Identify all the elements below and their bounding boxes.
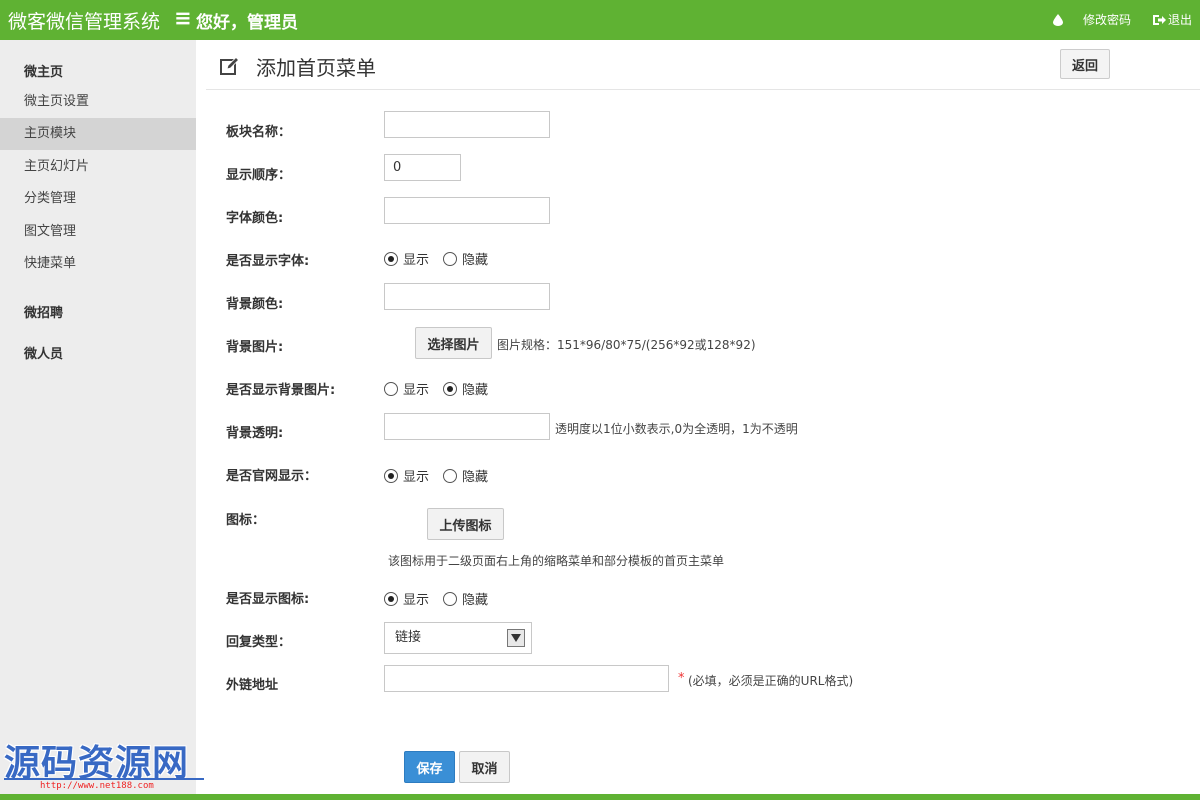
watermark: 源码资源网 http://www.net188.com <box>4 734 208 794</box>
sidebar-item-article-management[interactable]: 图文管理 <box>0 216 196 248</box>
icon-hint: 该图标用于二级页面右上角的缩略菜单和部分模板的首页主菜单 <box>388 554 725 568</box>
upload-icon-button[interactable]: 上传图标 <box>427 508 504 540</box>
show-on-site-label: 是否官网显示： <box>226 469 318 484</box>
app-title: 微客微信管理系统 <box>8 11 161 33</box>
show-bg-image-radio-group: 显示 隐藏 <box>384 379 502 398</box>
page-title: 添加首页菜单 <box>256 56 376 80</box>
watermark-url: http://www.net188.com <box>40 781 154 791</box>
show-icon-radio-group: 显示 隐藏 <box>384 589 502 608</box>
sidebar-item-homepage-modules[interactable]: 主页模块 <box>0 118 196 150</box>
external-link-label: 外链地址 <box>226 678 279 693</box>
show-icon-radio-hide[interactable] <box>443 591 458 606</box>
greeting-text: 您好，管理员 <box>196 13 298 33</box>
reply-type-label: 回复类型： <box>226 635 292 650</box>
show-bg-image-option-show: 显示 <box>403 383 430 398</box>
icon-label: 图标： <box>226 513 266 528</box>
external-link-hint: (必填，必须是正确的URL格式) <box>688 674 854 688</box>
drop-icon[interactable] <box>1052 13 1063 26</box>
sidebar-item-category-management[interactable]: 分类管理 <box>0 183 196 215</box>
save-button[interactable]: 保存 <box>404 751 455 783</box>
sidebar-item-quick-menu[interactable]: 快捷菜单 <box>0 248 196 280</box>
menu-toggle-icon[interactable]: ≡ <box>174 6 192 30</box>
required-mark: * <box>678 671 685 686</box>
show-bg-image-radio-hide[interactable] <box>443 381 458 396</box>
bg-color-input[interactable] <box>384 283 550 310</box>
main-content: 添加首页菜单 返回 板块名称： 显示顺序： 字体颜色: 是否显示字体: 显示 隐… <box>196 40 1200 794</box>
show-icon-label: 是否显示图标: <box>226 592 310 607</box>
show-bg-image-radio-show[interactable] <box>384 381 398 396</box>
external-link-input[interactable] <box>384 665 669 692</box>
show-on-site-radio-group: 显示 隐藏 <box>384 466 502 485</box>
bg-opacity-label: 背景透明: <box>226 426 284 441</box>
show-on-site-radio-show[interactable] <box>384 468 398 483</box>
font-color-input[interactable] <box>384 197 550 224</box>
logout-icon <box>1152 14 1166 25</box>
sidebar-group-recruitment[interactable]: 微招聘 <box>24 302 63 321</box>
choose-image-button[interactable]: 选择图片 <box>415 327 492 359</box>
show-icon-radio-show[interactable] <box>384 591 398 606</box>
bg-color-label: 背景颜色: <box>226 297 284 312</box>
back-button[interactable]: 返回 <box>1060 49 1110 79</box>
bg-opacity-input[interactable] <box>384 413 550 440</box>
show-font-label: 是否显示字体: <box>226 254 310 269</box>
bg-image-label: 背景图片: <box>226 340 284 355</box>
change-password-link[interactable]: 修改密码 <box>1083 11 1131 28</box>
show-font-radio-group: 显示 隐藏 <box>384 249 502 268</box>
logout-link[interactable]: 退出 <box>1152 11 1192 28</box>
show-font-radio-hide[interactable] <box>443 251 458 266</box>
show-bg-image-label: 是否显示背景图片: <box>226 383 336 398</box>
bg-image-hint: 图片规格：151*96/80*75/(256*92或128*92) <box>497 338 756 352</box>
display-order-input[interactable] <box>384 154 461 181</box>
top-right-actions: 修改密码 退出 <box>1052 11 1192 28</box>
show-on-site-option-hide: 隐藏 <box>462 470 489 485</box>
display-order-label: 显示顺序： <box>226 168 292 183</box>
sidebar-item-homepage-slides[interactable]: 主页幻灯片 <box>0 151 196 183</box>
sidebar-group-micro-homepage[interactable]: 微主页 <box>24 61 63 80</box>
page-header: 添加首页菜单 返回 <box>206 40 1200 90</box>
bottom-bar <box>0 794 1200 800</box>
show-icon-option-hide: 隐藏 <box>462 593 489 608</box>
show-bg-image-option-hide: 隐藏 <box>462 383 489 398</box>
top-bar: 微客微信管理系统 ≡ 您好，管理员 修改密码 退出 <box>0 0 1200 40</box>
show-on-site-radio-hide[interactable] <box>443 468 458 483</box>
sidebar-item-homepage-settings[interactable]: 微主页设置 <box>0 86 196 118</box>
logout-label: 退出 <box>1167 13 1192 27</box>
show-on-site-option-show: 显示 <box>403 470 430 485</box>
sidebar: 微主页 微主页设置 主页模块 主页幻灯片 分类管理 图文管理 快捷菜单 微招聘 … <box>0 40 196 794</box>
chevron-down-icon[interactable] <box>507 629 525 647</box>
reply-type-select[interactable]: 链接 <box>384 622 532 654</box>
sidebar-group-staff[interactable]: 微人员 <box>24 343 63 362</box>
reply-type-value: 链接 <box>395 630 422 645</box>
cancel-button[interactable]: 取消 <box>459 751 510 783</box>
show-font-option-show: 显示 <box>403 253 430 268</box>
bg-opacity-hint: 透明度以1位小数表示,0为全透明，1为不透明 <box>555 422 798 436</box>
edit-icon <box>220 56 240 75</box>
show-icon-option-show: 显示 <box>403 593 430 608</box>
block-name-input[interactable] <box>384 111 550 138</box>
show-font-radio-show[interactable] <box>384 251 398 266</box>
show-font-option-hide: 隐藏 <box>462 253 489 268</box>
watermark-underline <box>4 778 204 780</box>
block-name-label: 板块名称： <box>226 125 292 140</box>
font-color-label: 字体颜色: <box>226 211 284 226</box>
